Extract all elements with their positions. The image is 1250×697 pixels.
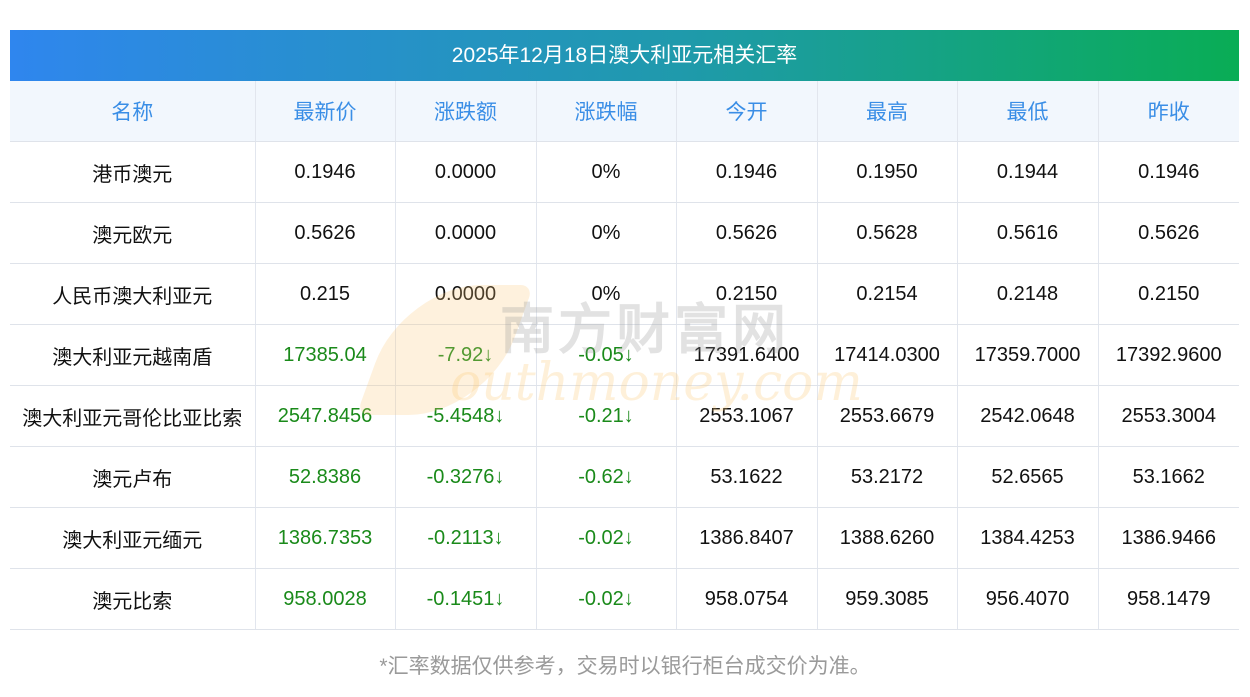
cell-high: 0.5628 xyxy=(817,202,958,264)
cell-pct: -0.02↓ xyxy=(536,507,677,569)
cell-open: 53.1622 xyxy=(676,446,818,508)
cell-change: -7.92↓ xyxy=(395,324,537,386)
cell-prev: 53.1662 xyxy=(1098,446,1239,508)
cell-name: 澳元欧元 xyxy=(10,202,256,264)
cell-latest: 958.0028 xyxy=(255,568,396,630)
cell-name: 澳大利亚元哥伦比亚比索 xyxy=(10,385,256,447)
column-header-pct: 涨跌幅 xyxy=(536,81,677,142)
cell-low: 2542.0648 xyxy=(957,385,1099,447)
rate-table-container: 2025年12月18日澳大利亚元相关汇率 名称 最新价 涨跌额 涨跌幅 今开 最高 最低 昨收… xyxy=(10,30,1239,630)
cell-change: 0.0000 xyxy=(395,202,537,264)
cell-low: 17359.7000 xyxy=(957,324,1099,386)
table-row: 澳大利亚元缅元 1386.7353 -0.2113↓ -0.02↓ 1386.8407 1… xyxy=(10,507,1239,569)
cell-name: 澳大利亚元越南盾 xyxy=(10,324,256,386)
cell-open: 1386.8407 xyxy=(676,507,818,569)
cell-pct: -0.05↓ xyxy=(536,324,677,386)
table-row: 澳大利亚元越南盾 17385.04 -7.92↓ -0.05↓ 17391.6400 17… xyxy=(10,324,1239,386)
column-header-open: 今开 xyxy=(676,81,818,142)
cell-high: 17414.0300 xyxy=(817,324,958,386)
cell-pct: 0% xyxy=(536,263,677,325)
cell-low: 0.1944 xyxy=(957,141,1099,203)
cell-low: 0.5616 xyxy=(957,202,1099,264)
cell-name: 人民币澳大利亚元 xyxy=(10,263,256,325)
table-row: 澳元卢布 52.8386 -0.3276↓ -0.62↓ 53.1622 53.2172 5… xyxy=(10,446,1239,508)
cell-latest: 0.1946 xyxy=(255,141,396,203)
cell-change: 0.0000 xyxy=(395,141,537,203)
cell-open: 0.1946 xyxy=(676,141,818,203)
cell-prev: 2553.3004 xyxy=(1098,385,1239,447)
cell-name: 澳元比索 xyxy=(10,568,256,630)
column-header-prev: 昨收 xyxy=(1098,81,1239,142)
cell-change: -0.2113↓ xyxy=(395,507,537,569)
cell-high: 1388.6260 xyxy=(817,507,958,569)
cell-low: 956.4070 xyxy=(957,568,1099,630)
cell-high: 2553.6679 xyxy=(817,385,958,447)
cell-latest: 17385.04 xyxy=(255,324,396,386)
cell-name: 港币澳元 xyxy=(10,141,256,203)
cell-change: -5.4548↓ xyxy=(395,385,537,447)
column-header-high: 最高 xyxy=(817,81,958,142)
cell-open: 17391.6400 xyxy=(676,324,818,386)
cell-high: 0.2154 xyxy=(817,263,958,325)
table-row: 澳元欧元 0.5626 0.0000 0% 0.5626 0.5628 0.5616 0.56… xyxy=(10,202,1239,264)
cell-prev: 17392.9600 xyxy=(1098,324,1239,386)
table-row: 人民币澳大利亚元 0.215 0.0000 0% 0.2150 0.2154 0.2148 0… xyxy=(10,263,1239,325)
cell-open: 0.2150 xyxy=(676,263,818,325)
table-row: 澳元比索 958.0028 -0.1451↓ -0.02↓ 958.0754 959.30… xyxy=(10,568,1239,630)
column-header-name: 名称 xyxy=(10,81,256,142)
cell-open: 2553.1067 xyxy=(676,385,818,447)
cell-pct: -0.21↓ xyxy=(536,385,677,447)
cell-change: 0.0000 xyxy=(395,263,537,325)
cell-high: 0.1950 xyxy=(817,141,958,203)
cell-pct: 0% xyxy=(536,202,677,264)
cell-low: 1384.4253 xyxy=(957,507,1099,569)
cell-change: -0.1451↓ xyxy=(395,568,537,630)
column-header-low: 最低 xyxy=(957,81,1099,142)
cell-open: 0.5626 xyxy=(676,202,818,264)
cell-name: 澳大利亚元缅元 xyxy=(10,507,256,569)
cell-prev: 958.1479 xyxy=(1098,568,1239,630)
table-header-row: 名称 最新价 涨跌额 涨跌幅 今开 最高 最低 昨收 xyxy=(10,81,1239,142)
cell-low: 0.2148 xyxy=(957,263,1099,325)
cell-prev: 0.2150 xyxy=(1098,263,1239,325)
cell-pct: 0% xyxy=(536,141,677,203)
cell-latest: 0.215 xyxy=(255,263,396,325)
cell-name: 澳元卢布 xyxy=(10,446,256,508)
cell-prev: 1386.9466 xyxy=(1098,507,1239,569)
column-header-change: 涨跌额 xyxy=(395,81,537,142)
cell-high: 959.3085 xyxy=(817,568,958,630)
cell-latest: 52.8386 xyxy=(255,446,396,508)
rate-table: 名称 最新价 涨跌额 涨跌幅 今开 最高 最低 昨收 港币澳元 0.1946 0.0000 0% 0.… xyxy=(10,81,1239,630)
column-header-latest: 最新价 xyxy=(255,81,396,142)
disclaimer-footer: *汇率数据仅供参考，交易时以银行柜台成交价为准。 xyxy=(379,655,871,678)
cell-latest: 2547.8456 xyxy=(255,385,396,447)
table-row: 港币澳元 0.1946 0.0000 0% 0.1946 0.1950 0.1944 0.19… xyxy=(10,141,1239,203)
cell-change: -0.3276↓ xyxy=(395,446,537,508)
cell-pct: -0.02↓ xyxy=(536,568,677,630)
cell-high: 53.2172 xyxy=(817,446,958,508)
cell-prev: 0.1946 xyxy=(1098,141,1239,203)
cell-latest: 1386.7353 xyxy=(255,507,396,569)
cell-latest: 0.5626 xyxy=(255,202,396,264)
table-title: 2025年12月18日澳大利亚元相关汇率 xyxy=(10,30,1239,81)
cell-pct: -0.62↓ xyxy=(536,446,677,508)
cell-prev: 0.5626 xyxy=(1098,202,1239,264)
table-row: 澳大利亚元哥伦比亚比索 2547.8456 -5.4548↓ -0.21↓ 2553.1… xyxy=(10,385,1239,447)
cell-open: 958.0754 xyxy=(676,568,818,630)
cell-low: 52.6565 xyxy=(957,446,1099,508)
